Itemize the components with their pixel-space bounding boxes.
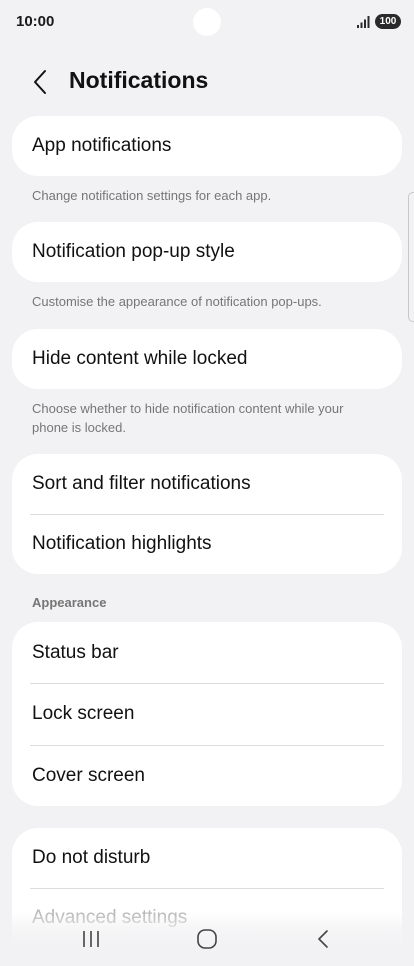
scroll-indicator[interactable]: [408, 192, 414, 322]
do-not-disturb-label: Do not disturb: [32, 847, 151, 868]
do-not-disturb-item[interactable]: Do not disturb: [12, 828, 402, 888]
cover-screen-label: Cover screen: [32, 764, 145, 786]
notification-highlights-label: Notification highlights: [32, 533, 212, 554]
app-notifications-label: App notifications: [32, 135, 172, 156]
popup-style-description: Customise the appearance of notification…: [32, 294, 322, 309]
home-button[interactable]: [187, 924, 227, 954]
cover-screen-item[interactable]: Cover screen: [12, 745, 402, 806]
home-icon: [197, 929, 217, 949]
status-bar-label: Status bar: [32, 641, 119, 663]
status-bar-item[interactable]: Status bar: [12, 622, 402, 683]
sort-filter-item[interactable]: Sort and filter notifications: [12, 454, 402, 514]
notification-highlights-item[interactable]: Notification highlights: [12, 514, 402, 574]
status-time: 10:00: [16, 13, 55, 30]
header: Notifications: [0, 60, 414, 104]
popup-style-item[interactable]: Notification pop-up style: [12, 222, 402, 282]
back-button[interactable]: [24, 66, 56, 98]
navigation-bar: [0, 912, 414, 966]
back-icon: [318, 930, 328, 948]
appearance-section-header: Appearance: [32, 595, 107, 610]
chevron-left-icon: [34, 70, 46, 94]
lock-screen-label: Lock screen: [32, 703, 135, 724]
recents-icon: [83, 931, 99, 947]
hide-content-item[interactable]: Hide content while locked: [12, 329, 402, 389]
recents-button[interactable]: [71, 924, 111, 954]
card-sort-group: Sort and filter notifications Notificati…: [12, 454, 402, 574]
signal-icon: [356, 15, 370, 29]
card-popup-style: Notification pop-up style: [12, 222, 402, 282]
status-bar: 10:00 100: [0, 0, 414, 44]
status-icons: 100: [356, 14, 401, 29]
card-hide-content: Hide content while locked: [12, 329, 402, 389]
card-appearance: Status bar Lock screen Cover screen: [12, 622, 402, 806]
sort-filter-label: Sort and filter notifications: [32, 473, 251, 494]
page-title: Notifications: [69, 67, 209, 93]
app-notifications-item[interactable]: App notifications: [12, 116, 402, 176]
hide-content-label: Hide content while locked: [32, 348, 248, 369]
battery-icon: 100: [375, 14, 401, 29]
card-app-notifications: App notifications: [12, 116, 402, 176]
hide-content-description: Choose whether to hide notification cont…: [32, 401, 344, 435]
app-notifications-description: Change notification settings for each ap…: [32, 188, 272, 203]
popup-style-label: Notification pop-up style: [32, 241, 235, 262]
nav-back-button[interactable]: [303, 924, 343, 954]
lock-screen-item[interactable]: Lock screen: [12, 683, 402, 745]
camera-cutout: [193, 8, 221, 36]
